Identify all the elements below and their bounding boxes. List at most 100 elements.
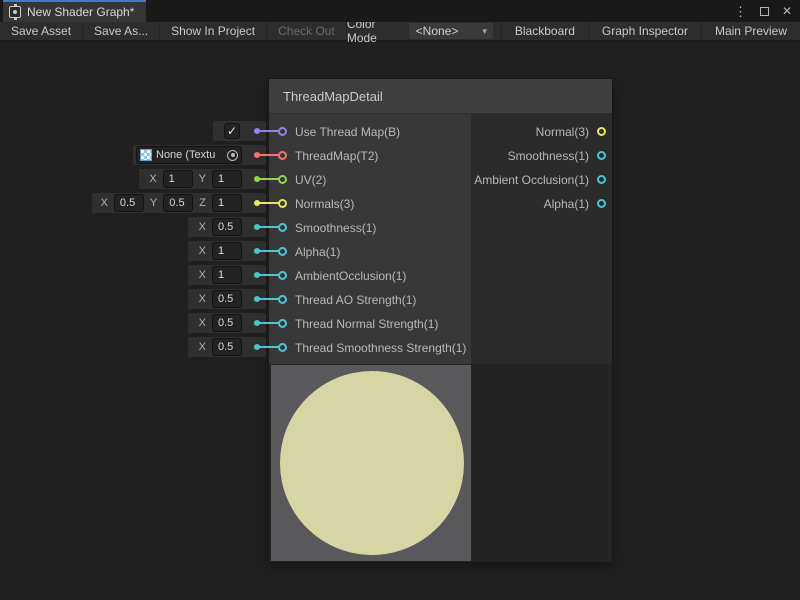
color-mode-value: <None> bbox=[409, 24, 483, 38]
uv-2-connector-dot bbox=[254, 176, 260, 182]
toolbar-button-save-as[interactable]: Save As... bbox=[83, 22, 160, 40]
ambientocclusion-1-x-input[interactable] bbox=[212, 266, 242, 284]
toolbar-view-buttons: BlackboardGraph InspectorMain Preview bbox=[501, 22, 800, 40]
input-port-label: Thread AO Strength(1) bbox=[295, 288, 416, 312]
output-row-smoothness-1: Smoothness(1) bbox=[471, 144, 612, 168]
uv-2-x-input[interactable] bbox=[163, 170, 193, 188]
input-port-label: UV(2) bbox=[295, 168, 326, 192]
thread-smoothness-strength-1-connector-line bbox=[257, 346, 280, 348]
toolbar-file-buttons: Save AssetSave As...Show In ProjectCheck… bbox=[0, 22, 347, 40]
output-port-label: Ambient Occlusion(1) bbox=[474, 168, 589, 192]
input-port-label: Use Thread Map(B) bbox=[295, 120, 400, 144]
preview-sphere bbox=[280, 371, 464, 555]
smoothness-1-connector-line bbox=[257, 226, 280, 228]
toolbar-button-show-in-project[interactable]: Show In Project bbox=[160, 22, 267, 40]
thread-normal-strength-1-x-input[interactable] bbox=[212, 314, 242, 332]
output-port-label: Alpha(1) bbox=[544, 192, 589, 216]
input-port-label: AmbientOcclusion(1) bbox=[295, 264, 406, 288]
alpha-1-axis-x: X bbox=[199, 245, 206, 257]
thread-ao-strength-1-connector-line bbox=[257, 298, 280, 300]
output-port-smoothness-1[interactable] bbox=[597, 151, 606, 160]
uv-2-connector-line bbox=[257, 178, 280, 180]
uv-2-default-widget: XY bbox=[139, 169, 266, 189]
threadmap-t2-object-field[interactable]: None (Textu bbox=[136, 146, 242, 164]
input-row-ambientocclusion-1: AmbientOcclusion(1) bbox=[269, 264, 471, 288]
thread-ao-strength-1-x-input[interactable] bbox=[212, 290, 242, 308]
input-port-label: Thread Normal Strength(1) bbox=[295, 312, 438, 336]
toolbar-button-main-preview[interactable]: Main Preview bbox=[701, 22, 800, 40]
normals-3-z-input[interactable] bbox=[212, 194, 242, 212]
output-row-normal-3: Normal(3) bbox=[471, 120, 612, 144]
node-outputs-column: Normal(3)Smoothness(1)Ambient Occlusion(… bbox=[471, 114, 612, 364]
shader-graph-asset-icon bbox=[9, 6, 21, 18]
alpha-1-connector-dot bbox=[254, 248, 260, 254]
toolbar-button-save-asset[interactable]: Save Asset bbox=[0, 22, 83, 40]
ambientocclusion-1-connector-line bbox=[257, 274, 280, 276]
thread-smoothness-strength-1-connector-dot bbox=[254, 344, 260, 350]
more-menu-icon[interactable]: ⋮ bbox=[734, 5, 747, 18]
tab-new-shader-graph[interactable]: New Shader Graph* bbox=[3, 0, 146, 22]
tab-title: New Shader Graph* bbox=[27, 5, 134, 19]
normals-3-connector-line bbox=[257, 202, 280, 204]
node-preview-area bbox=[269, 364, 612, 562]
toolbar: Save AssetSave As...Show In ProjectCheck… bbox=[0, 22, 800, 42]
alpha-1-connector-line bbox=[257, 250, 280, 252]
thread-smoothness-strength-1-x-input[interactable] bbox=[212, 338, 242, 356]
uv-2-y-input[interactable] bbox=[212, 170, 242, 188]
chevron-down-icon: ▾ bbox=[482, 26, 493, 37]
output-port-label: Normal(3) bbox=[536, 120, 589, 144]
graph-canvas[interactable]: ThreadMapDetail Use Thread Map(B)ThreadM… bbox=[0, 44, 800, 600]
smoothness-1-x-input[interactable] bbox=[212, 218, 242, 236]
texture-thumbnail-icon bbox=[140, 149, 152, 161]
normals-3-axis-x: X bbox=[101, 197, 108, 209]
input-row-normals-3: Normals(3) bbox=[269, 192, 471, 216]
input-port-label: Alpha(1) bbox=[295, 240, 340, 264]
input-row-use-thread-map-b: Use Thread Map(B) bbox=[269, 120, 471, 144]
thread-normal-strength-1-connector-line bbox=[257, 322, 280, 324]
maximize-icon[interactable] bbox=[760, 7, 769, 16]
normals-3-axis-y: Y bbox=[150, 197, 157, 209]
ambientocclusion-1-axis-x: X bbox=[199, 269, 206, 281]
alpha-1-x-input[interactable] bbox=[212, 242, 242, 260]
input-row-threadmap-t2: ThreadMap(T2) bbox=[269, 144, 471, 168]
threadmap-t2-connector-line bbox=[257, 154, 280, 156]
window-controls: ⋮ ✕ bbox=[734, 0, 792, 22]
input-row-uv-2: UV(2) bbox=[269, 168, 471, 192]
thread-normal-strength-1-axis-x: X bbox=[199, 317, 206, 329]
unity-shader-graph-window: New Shader Graph* ⋮ ✕ Save AssetSave As.… bbox=[0, 0, 800, 600]
object-picker-icon[interactable] bbox=[227, 150, 238, 161]
tab-bar: New Shader Graph* ⋮ ✕ bbox=[0, 0, 800, 22]
output-port-alpha-1[interactable] bbox=[597, 199, 606, 208]
output-port-normal-3[interactable] bbox=[597, 127, 606, 136]
use-thread-map-b-checkbox[interactable]: ✓ bbox=[224, 123, 240, 139]
toolbar-button-blackboard[interactable]: Blackboard bbox=[501, 22, 588, 40]
output-port-label: Smoothness(1) bbox=[508, 144, 589, 168]
normals-3-x-input[interactable] bbox=[114, 194, 144, 212]
use-thread-map-b-connector-line bbox=[257, 130, 280, 132]
input-row-thread-ao-strength-1: Thread AO Strength(1) bbox=[269, 288, 471, 312]
input-port-label: ThreadMap(T2) bbox=[295, 144, 378, 168]
normals-3-axis-z: Z bbox=[199, 197, 206, 209]
toolbar-button-check-out: Check Out bbox=[267, 22, 347, 40]
normals-3-y-input[interactable] bbox=[163, 194, 193, 212]
color-mode-dropdown[interactable]: <None> ▾ bbox=[409, 23, 493, 39]
toolbar-button-graph-inspector[interactable]: Graph Inspector bbox=[588, 22, 701, 40]
input-port-label: Thread Smoothness Strength(1) bbox=[295, 336, 466, 360]
input-row-alpha-1: Alpha(1) bbox=[269, 240, 471, 264]
input-row-thread-normal-strength-1: Thread Normal Strength(1) bbox=[269, 312, 471, 336]
normals-3-connector-dot bbox=[254, 200, 260, 206]
color-mode-label: Color Mode bbox=[347, 22, 409, 40]
node-header[interactable]: ThreadMapDetail bbox=[269, 79, 612, 114]
threadmap-t2-default-widget: None (Textu bbox=[133, 145, 266, 165]
node-inputs-column: Use Thread Map(B)ThreadMap(T2)UV(2)Norma… bbox=[269, 114, 471, 364]
node-body: Use Thread Map(B)ThreadMap(T2)UV(2)Norma… bbox=[269, 114, 612, 364]
input-port-label: Smoothness(1) bbox=[295, 216, 376, 240]
threadmap-t2-connector-dot bbox=[254, 152, 260, 158]
node-threadmapdetail[interactable]: ThreadMapDetail Use Thread Map(B)ThreadM… bbox=[268, 78, 613, 563]
close-icon[interactable]: ✕ bbox=[782, 5, 792, 17]
use-thread-map-b-connector-dot bbox=[254, 128, 260, 134]
input-port-label: Normals(3) bbox=[295, 192, 354, 216]
output-row-ambient-occlusion-1: Ambient Occlusion(1) bbox=[471, 168, 612, 192]
output-port-ambient-occlusion-1[interactable] bbox=[597, 175, 606, 184]
node-title: ThreadMapDetail bbox=[283, 89, 383, 104]
